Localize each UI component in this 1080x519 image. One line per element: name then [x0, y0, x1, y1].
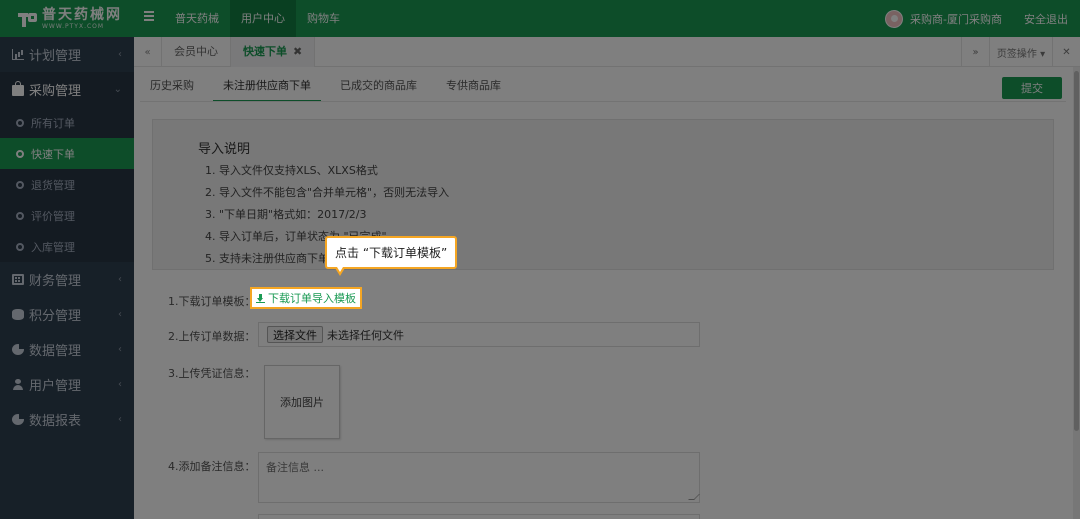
guide-tooltip: 点击 “下载订单模板”	[325, 236, 458, 276]
tooltip-text: 点击 “下载订单模板”	[335, 246, 448, 260]
download-link-text: 下载订单导入模板	[268, 292, 356, 305]
download-template-link[interactable]: 下载订单导入模板	[250, 287, 362, 309]
download-icon	[256, 293, 265, 303]
guide-overlay	[0, 0, 1080, 519]
